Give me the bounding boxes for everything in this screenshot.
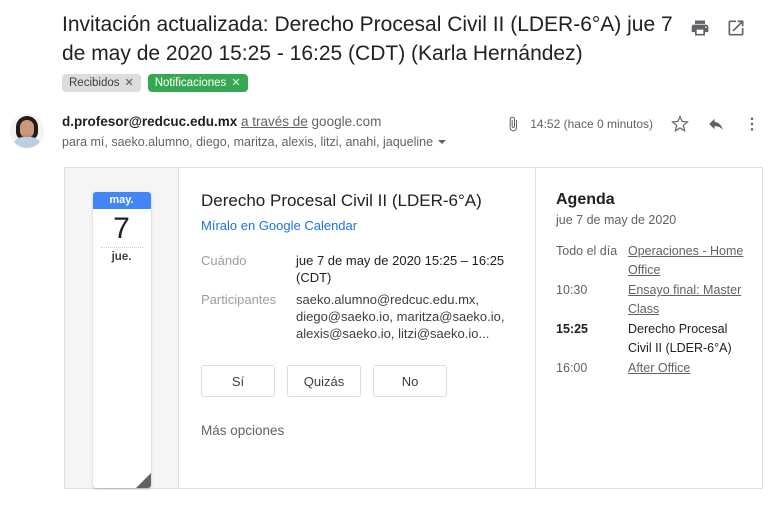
- agenda-column: Agenda jue 7 de may de 2020 Todo el día …: [536, 168, 762, 488]
- avatar-body: [13, 137, 41, 148]
- agenda-item-name: Derecho Procesal Civil II (LDER-6°A): [628, 322, 732, 355]
- date-card-month: may.: [92, 192, 151, 209]
- recipients-line[interactable]: para mí, saeko.alumno, diego, maritza, a…: [62, 133, 505, 151]
- sender-details: d.profesor@redcuc.edu.mx a través de goo…: [62, 112, 505, 151]
- agenda-item: 10:30 Ensayo final: Master Class: [556, 281, 746, 319]
- agenda-item: Todo el día Operaciones - Home Office: [556, 242, 746, 280]
- rsvp-maybe-button[interactable]: Quizás: [287, 365, 361, 397]
- agenda-item-time: 10:30: [556, 283, 588, 297]
- agenda-item-time: 15:25: [556, 322, 588, 336]
- more-options-icon[interactable]: [743, 115, 761, 133]
- view-in-google-calendar-link[interactable]: Míralo en Google Calendar: [201, 216, 357, 236]
- timestamp-group: 14:52 (hace 0 minutos): [505, 116, 653, 132]
- sender-row: d.profesor@redcuc.edu.mx a través de goo…: [0, 112, 773, 151]
- agenda-item: 16:00 After Office: [556, 359, 746, 378]
- header-actions: [690, 10, 746, 38]
- chevron-down-icon[interactable]: [438, 140, 447, 144]
- label-chip-recibidos-remove-icon[interactable]: ✕: [125, 74, 134, 92]
- agenda-title: Agenda: [556, 191, 615, 208]
- agenda-item-name[interactable]: Ensayo final: Master Class: [628, 281, 746, 319]
- agenda-item-current: 15:25 Derecho Procesal Civil II (LDER-6°…: [556, 320, 746, 358]
- label-chip-notificaciones[interactable]: Notificaciones ✕: [147, 74, 248, 92]
- agenda-item-name[interactable]: Operaciones - Home Office: [628, 242, 746, 280]
- reply-icon[interactable]: [707, 115, 725, 133]
- rsvp-buttons: Sí Quizás No: [201, 365, 513, 397]
- agenda-list: Todo el día Operaciones - Home Office 10…: [556, 242, 746, 378]
- detail-participants-value: saeko.alumno@redcuc.edu.mx, diego@saeko.…: [296, 292, 505, 341]
- agenda-item-time: 16:00: [556, 361, 588, 375]
- label-chip-notificaciones-text: Notificaciones: [154, 77, 227, 89]
- invite-date-column: may. 7 jue.: [65, 168, 179, 488]
- agenda-item-time: Todo el día: [556, 244, 618, 258]
- recipients-text: para mí, saeko.alumno, diego, maritza, a…: [62, 135, 434, 149]
- message-meta: 14:52 (hace 0 minutos): [505, 112, 761, 133]
- detail-when-value: jue 7 de may de 2020 15:25 – 16:25 (CDT): [296, 253, 505, 285]
- avatar[interactable]: [10, 114, 44, 148]
- open-in-new-window-icon[interactable]: [726, 18, 746, 38]
- rsvp-no-button[interactable]: No: [373, 365, 447, 397]
- page-title: Invitación actualizada: Derecho Procesal…: [62, 13, 673, 65]
- date-card-day: 7: [113, 212, 130, 245]
- label-chips: Recibidos ✕ Notificaciones ✕: [0, 68, 773, 92]
- label-chip-notificaciones-remove-icon[interactable]: ✕: [231, 74, 240, 92]
- calendar-invite-card: may. 7 jue. Derecho Procesal Civil II (L…: [64, 167, 763, 489]
- sender-domain: google.com: [311, 114, 382, 129]
- detail-participants: Participantes saeko.alumno@redcuc.edu.mx…: [201, 291, 513, 342]
- star-icon[interactable]: [671, 115, 689, 133]
- label-chip-recibidos-text: Recibidos: [69, 77, 120, 89]
- detail-when-label: Cuándo: [201, 253, 247, 268]
- more-options-link[interactable]: Más opciones: [201, 423, 284, 438]
- invite-main-column: Derecho Procesal Civil II (LDER-6°A) Mír…: [179, 168, 536, 488]
- detail-when: Cuándo jue 7 de may de 2020 15:25 – 16:2…: [201, 252, 513, 286]
- rsvp-yes-button[interactable]: Sí: [201, 365, 275, 397]
- detail-participants-label: Participantes: [201, 292, 277, 307]
- email-header: Invitación actualizada: Derecho Procesal…: [0, 0, 773, 92]
- sender-line: d.profesor@redcuc.edu.mx a través de goo…: [62, 112, 505, 131]
- agenda-item-name[interactable]: After Office: [628, 359, 746, 378]
- print-icon[interactable]: [690, 18, 710, 38]
- date-card: may. 7 jue.: [92, 192, 151, 488]
- page-fold-corner-icon: [135, 473, 151, 488]
- date-card-weekday: jue.: [111, 251, 132, 263]
- paperclip-icon: [509, 116, 518, 132]
- event-title: Derecho Procesal Civil II (LDER-6°A): [201, 191, 482, 210]
- subject-row: Invitación actualizada: Derecho Procesal…: [0, 10, 773, 68]
- via-link[interactable]: a través de: [241, 114, 308, 129]
- label-chip-recibidos[interactable]: Recibidos ✕: [62, 74, 141, 92]
- timestamp: 14:52 (hace 0 minutos): [530, 117, 653, 131]
- sender-address[interactable]: d.profesor@redcuc.edu.mx: [62, 114, 237, 129]
- agenda-date: jue 7 de may de 2020: [556, 213, 677, 227]
